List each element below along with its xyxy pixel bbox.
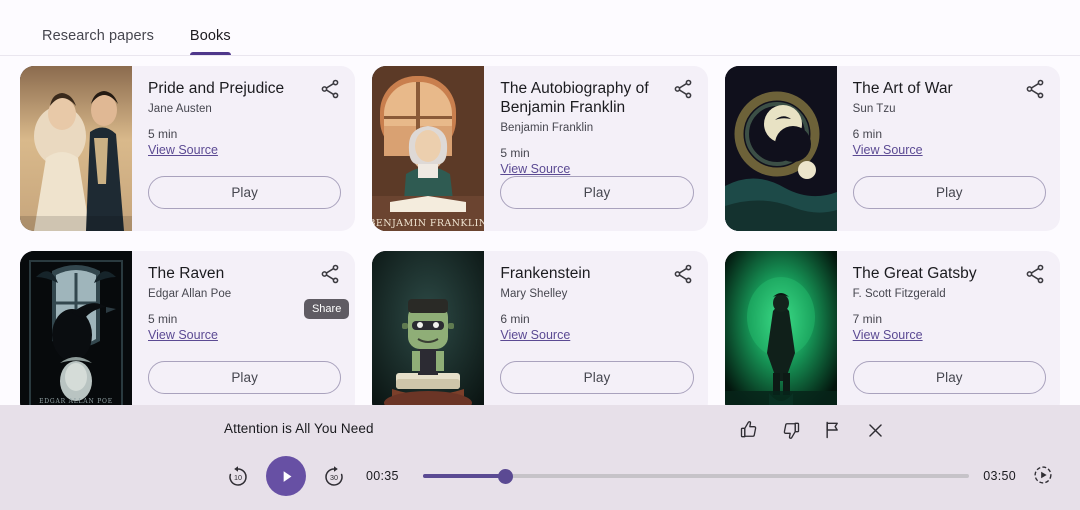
book-title: The Autobiography of Benjamin Franklin xyxy=(500,80,649,116)
book-card[interactable]: Pride and Prejudice Jane Austen 5 min Vi… xyxy=(20,66,356,231)
forward-seconds-label: 30 xyxy=(330,473,338,482)
play-button[interactable]: Play xyxy=(148,361,342,394)
rewind-seconds-label: 10 xyxy=(234,473,242,482)
forward-30-icon[interactable]: 30 xyxy=(320,462,348,490)
book-title: Pride and Prejudice xyxy=(148,80,285,97)
book-card[interactable]: The Art of War Sun Tzu 6 min View Source… xyxy=(724,66,1060,231)
thumb-up-icon[interactable] xyxy=(736,417,762,443)
player-action-group xyxy=(736,417,888,443)
book-cover-image xyxy=(724,251,837,416)
share-tooltip: Share xyxy=(303,299,350,319)
book-duration: 6 min xyxy=(852,127,882,141)
rewind-10-icon[interactable]: 10 xyxy=(224,462,252,490)
book-card-body: The Raven Edgar Allan Poe 5 min View Sou… xyxy=(132,251,355,416)
tab-bar: Research papers Books xyxy=(0,0,1080,56)
play-button[interactable]: Play xyxy=(500,361,694,394)
book-title: The Art of War xyxy=(852,80,953,97)
book-duration: 6 min xyxy=(500,312,530,326)
progress-thumb[interactable] xyxy=(497,469,513,484)
book-author: Benjamin Franklin xyxy=(500,122,594,134)
share-icon[interactable] xyxy=(672,78,696,102)
share-icon[interactable] xyxy=(672,263,696,287)
book-card-body: The Art of War Sun Tzu 6 min View Source… xyxy=(837,66,1060,231)
progress-slider[interactable] xyxy=(422,467,970,485)
book-author: Mary Shelley xyxy=(500,288,568,300)
book-cover-image xyxy=(20,66,132,231)
book-title: The Raven xyxy=(148,265,225,282)
tab-books[interactable]: Books xyxy=(172,28,249,55)
audio-player-bar: Attention is All You Need 10 30 00:35 03… xyxy=(0,405,1080,510)
book-cover-image xyxy=(372,251,485,416)
view-source-link[interactable]: View Source xyxy=(148,143,218,157)
book-cover-image: BENJAMIN FRANKLIN xyxy=(372,66,485,231)
view-source-link[interactable]: View Source xyxy=(853,143,923,157)
book-duration: 5 min xyxy=(148,127,178,141)
book-cover-image: EDGAR ALLAN POE xyxy=(20,251,132,416)
playback-speed-icon[interactable] xyxy=(1032,464,1056,488)
book-duration: 5 min xyxy=(500,146,530,160)
book-author: Jane Austen xyxy=(148,103,212,115)
total-time: 03:50 xyxy=(983,469,1016,483)
cover-caption: BENJAMIN FRANKLIN xyxy=(372,218,484,229)
play-button[interactable]: Play xyxy=(148,176,342,209)
book-card[interactable]: BENJAMIN FRANKLIN The Autobiography of B… xyxy=(372,66,708,231)
player-controls: 10 30 00:35 03:50 xyxy=(224,456,1056,496)
book-title: Frankenstein xyxy=(500,265,591,282)
view-source-link[interactable]: View Source xyxy=(148,328,218,342)
view-source-link[interactable]: View Source xyxy=(500,328,570,342)
flag-icon[interactable] xyxy=(820,417,846,443)
book-card[interactable]: EDGAR ALLAN POE The Raven Edgar Allan Po… xyxy=(20,251,356,416)
book-cover-image xyxy=(724,66,837,231)
play-pause-button[interactable] xyxy=(266,456,306,496)
book-author: F. Scott Fitzgerald xyxy=(852,288,946,300)
book-author: Sun Tzu xyxy=(852,103,896,115)
share-icon[interactable] xyxy=(1024,78,1048,102)
view-source-link[interactable]: View Source xyxy=(500,162,570,176)
book-card[interactable]: Frankenstein Mary Shelley 6 min View Sou… xyxy=(372,251,708,416)
book-duration: 7 min xyxy=(852,312,882,326)
book-card-body: The Great Gatsby F. Scott Fitzgerald 7 m… xyxy=(837,251,1060,416)
cover-caption: EDGAR ALLAN POE xyxy=(39,398,113,405)
close-icon[interactable] xyxy=(862,417,888,443)
book-card-body: Frankenstein Mary Shelley 6 min View Sou… xyxy=(484,251,707,416)
play-button[interactable]: Play xyxy=(852,176,1046,209)
book-card-body: Pride and Prejudice Jane Austen 5 min Vi… xyxy=(132,66,355,231)
book-card-body: The Autobiography of Benjamin Franklin B… xyxy=(484,66,707,231)
share-icon[interactable] xyxy=(1024,263,1048,287)
current-time: 00:35 xyxy=(366,469,399,483)
tab-research-papers[interactable]: Research papers xyxy=(24,28,172,55)
play-button[interactable]: Play xyxy=(852,361,1046,394)
play-button[interactable]: Play xyxy=(500,176,694,209)
thumb-down-icon[interactable] xyxy=(778,417,804,443)
view-source-link[interactable]: View Source xyxy=(853,328,923,342)
books-grid: Pride and Prejudice Jane Austen 5 min Vi… xyxy=(20,66,1060,416)
book-title: The Great Gatsby xyxy=(852,265,977,282)
share-icon[interactable] xyxy=(319,263,343,287)
book-card[interactable]: The Great Gatsby F. Scott Fitzgerald 7 m… xyxy=(724,251,1060,416)
progress-fill xyxy=(422,474,505,478)
share-icon[interactable] xyxy=(319,78,343,102)
player-track-title: Attention is All You Need xyxy=(224,421,374,436)
